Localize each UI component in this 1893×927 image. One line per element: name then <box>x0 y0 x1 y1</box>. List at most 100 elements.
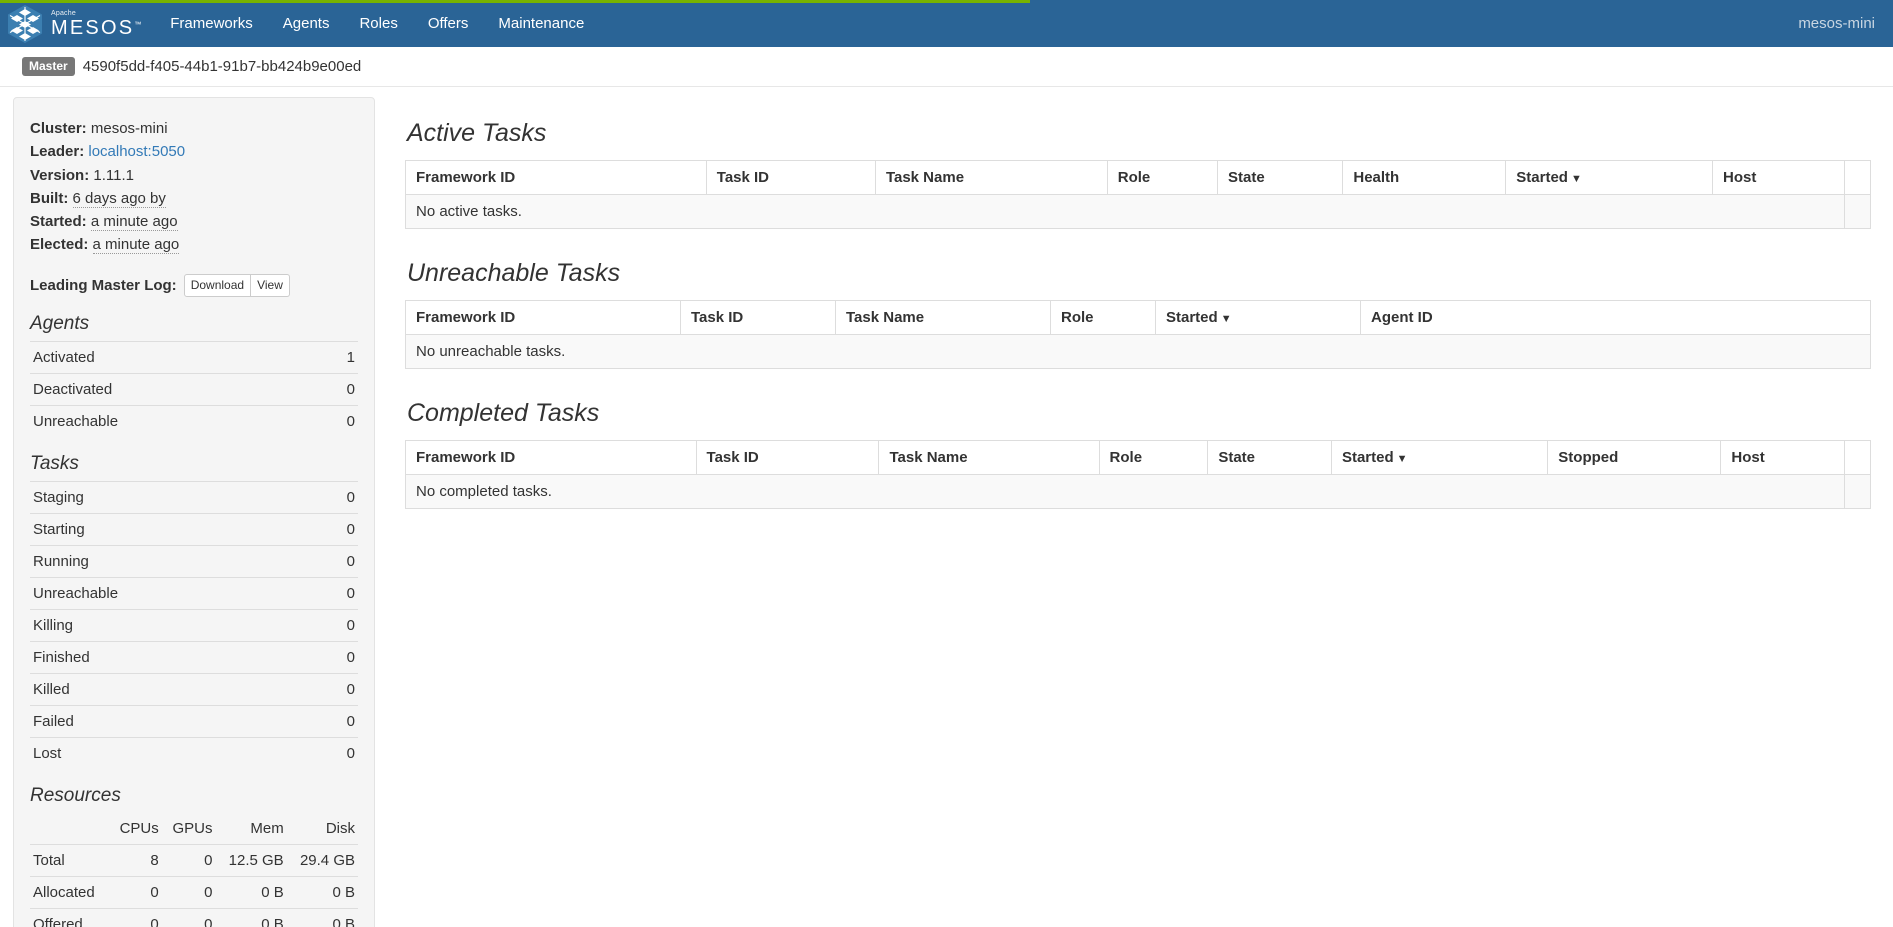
tasks-finished-label: Finished <box>30 640 314 674</box>
meta-leader-label: Leader: <box>30 143 85 161</box>
nav-item-roles[interactable]: Roles <box>344 0 412 47</box>
meta-elected-value[interactable]: a minute ago <box>92 236 180 255</box>
resources-total-mem: 12.5 GB <box>215 843 287 877</box>
nav-link-maintenance[interactable]: Maintenance <box>483 0 599 47</box>
agents-deactivated-value: 0 <box>313 372 358 406</box>
unreachable-col-agent-id[interactable]: Agent ID <box>1360 300 1871 335</box>
completed-tasks-empty-message: No completed tasks. <box>405 474 1845 509</box>
nav-item-maintenance[interactable]: Maintenance <box>483 0 599 47</box>
table-row: Killing 0 <box>30 608 358 642</box>
nav-item-agents[interactable]: Agents <box>268 0 345 47</box>
tasks-running-value: 0 <box>313 544 358 578</box>
resources-total-gpus: 0 <box>161 843 216 877</box>
completed-col-task-name[interactable]: Task Name <box>878 440 1100 475</box>
active-col-health[interactable]: Health <box>1342 160 1507 195</box>
page-body: Cluster: mesos-mini Leader: localhost:50… <box>0 87 1893 927</box>
active-col-task-id[interactable]: Task ID <box>705 160 876 195</box>
brand-logo-link[interactable]: Apache MESOS™ <box>0 0 155 47</box>
tasks-table: Staging 0 Starting 0 Running 0 Unreachab… <box>30 480 358 769</box>
meta-version-label: Version: <box>30 166 90 184</box>
resources-col-cpus: CPUs <box>109 812 162 845</box>
agents-unreachable-label: Unreachable <box>30 404 314 437</box>
navbar: Apache MESOS™ Frameworks Agents Roles Of… <box>0 0 1893 47</box>
resources-allocated-gpus: 0 <box>161 875 216 909</box>
resources-header-row: CPUs GPUs Mem Disk <box>30 812 358 845</box>
active-col-host[interactable]: Host <box>1712 160 1845 195</box>
table-row: Allocated 0 0 0 B 0 B <box>30 875 358 909</box>
download-log-button[interactable]: Download <box>183 273 252 297</box>
resources-total-label: Total <box>30 843 110 877</box>
nav-link-offers[interactable]: Offers <box>413 0 484 47</box>
unreachable-col-task-name[interactable]: Task Name <box>835 300 1051 335</box>
mesos-logo-icon <box>6 4 44 44</box>
tasks-starting-label: Starting <box>30 512 314 546</box>
unreachable-col-task-id[interactable]: Task ID <box>680 300 836 335</box>
completed-col-state[interactable]: State <box>1207 440 1332 475</box>
resources-allocated-disk: 0 B <box>286 875 358 909</box>
completed-col-task-id[interactable]: Task ID <box>695 440 880 475</box>
view-log-button[interactable]: View <box>251 273 290 297</box>
meta-elected-label: Elected: <box>30 236 89 254</box>
tasks-killing-label: Killing <box>30 608 314 642</box>
meta-cluster-label: Cluster: <box>30 120 87 137</box>
completed-col-host[interactable]: Host <box>1720 440 1845 475</box>
tasks-section-title: Tasks <box>30 452 79 474</box>
table-row: Total 8 0 12.5 GB 29.4 GB <box>30 843 358 877</box>
nav-link-roles[interactable]: Roles <box>344 0 412 47</box>
brand-mesos-text: MESOS™ <box>51 16 142 39</box>
completed-col-extra <box>1843 440 1872 475</box>
sidebar-panel: Cluster: mesos-mini Leader: localhost:50… <box>13 97 375 927</box>
agents-deactivated-label: Deactivated <box>30 372 314 406</box>
resources-allocated-mem: 0 B <box>215 875 287 909</box>
active-col-framework-id[interactable]: Framework ID <box>405 160 707 195</box>
table-row: Killed 0 <box>30 672 358 706</box>
nav-item-frameworks[interactable]: Frameworks <box>155 0 268 47</box>
nav-item-offers[interactable]: Offers <box>413 0 484 47</box>
unreachable-col-started[interactable]: Started ▼ <box>1155 300 1361 335</box>
completed-tasks-header-row: Framework ID Task ID Task Name Role Stat… <box>405 440 1872 475</box>
active-col-state[interactable]: State <box>1217 160 1344 195</box>
completed-col-started[interactable]: Started ▼ <box>1330 440 1549 475</box>
active-col-task-name[interactable]: Task Name <box>874 160 1108 195</box>
unreachable-col-role[interactable]: Role <box>1050 300 1156 335</box>
table-row: Running 0 <box>30 544 358 578</box>
meta-cluster-value: mesos-mini <box>90 120 168 137</box>
top-accent-bar <box>0 0 1030 3</box>
completed-col-role[interactable]: Role <box>1098 440 1209 475</box>
tasks-staging-value: 0 <box>313 480 358 514</box>
tasks-lost-label: Lost <box>30 736 314 769</box>
sort-descending-caret-icon: ▼ <box>1570 173 1582 185</box>
main-content: Active Tasks Framework ID Task ID Task N… <box>375 97 1893 539</box>
unreachable-tasks-table: Framework ID Task ID Task Name Role Star… <box>405 300 1871 369</box>
table-row: Deactivated 0 <box>30 372 358 406</box>
tasks-unreachable-label: Unreachable <box>30 576 314 610</box>
completed-col-framework-id[interactable]: Framework ID <box>405 440 697 475</box>
agents-unreachable-value: 0 <box>313 404 358 437</box>
completed-col-stopped[interactable]: Stopped <box>1547 440 1722 475</box>
resources-offered-mem: 0 B <box>215 907 287 927</box>
active-col-extra <box>1843 160 1872 195</box>
meta-cluster: Cluster: mesos-mini <box>30 118 358 139</box>
nav-link-frameworks[interactable]: Frameworks <box>155 0 268 47</box>
meta-leader-link[interactable]: localhost:5050 <box>88 143 185 160</box>
master-id-bar: Master 4590f5dd-f405-44b1-91b7-bb424b9e0… <box>0 47 1893 87</box>
table-row: Unreachable 0 <box>30 404 358 437</box>
table-row: No active tasks. <box>405 194 1872 229</box>
agents-activated-label: Activated <box>30 340 314 374</box>
nav-link-agents[interactable]: Agents <box>268 0 345 47</box>
resources-total-cpus: 8 <box>109 843 162 877</box>
active-col-role[interactable]: Role <box>1106 160 1219 195</box>
brand-wordmark: Apache MESOS™ <box>51 10 141 38</box>
tasks-running-label: Running <box>30 544 314 578</box>
active-col-started[interactable]: Started ▼ <box>1505 160 1714 195</box>
meta-built-value[interactable]: 6 days ago by <box>72 189 166 208</box>
unreachable-col-framework-id[interactable]: Framework ID <box>405 300 681 335</box>
unreachable-tasks-empty-message: No unreachable tasks. <box>405 334 1871 369</box>
active-col-started-label: Started <box>1516 169 1568 186</box>
meta-started-value[interactable]: a minute ago <box>90 213 178 232</box>
resources-col-gpus: GPUs <box>161 812 216 845</box>
leading-master-log-label: Leading Master Log: <box>30 276 177 294</box>
resources-offered-gpus: 0 <box>161 907 216 927</box>
tasks-killing-value: 0 <box>313 608 358 642</box>
unreachable-col-started-label: Started <box>1166 309 1218 326</box>
